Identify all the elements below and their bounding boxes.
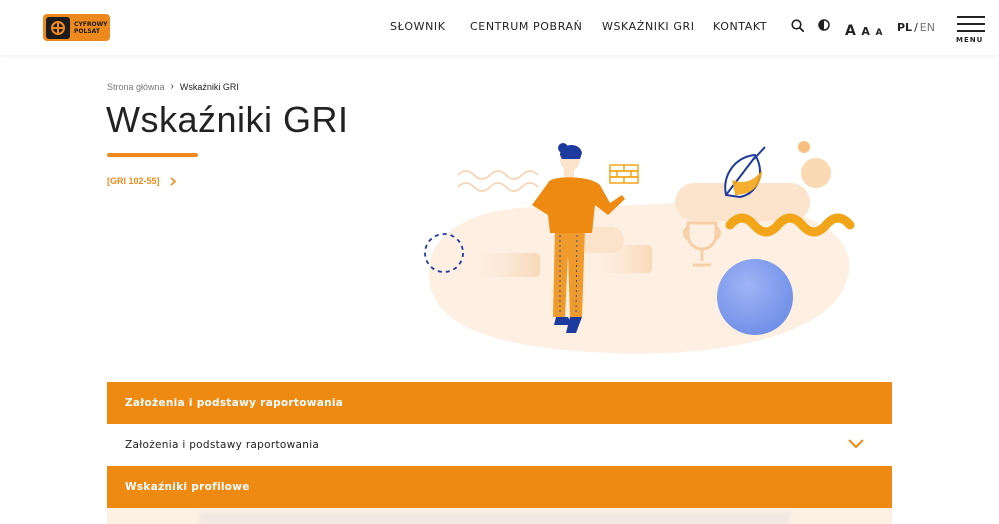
nav-centrum-pobran[interactable]: CENTRUM POBRAŃ [470,20,582,33]
contrast-icon[interactable] [818,19,830,31]
logo-text: CYFROWY POLSAT [74,20,108,35]
nav-slownik[interactable]: SŁOWNIK [390,20,446,33]
language-switcher: PL / EN [897,21,935,34]
font-size-small[interactable]: A [876,28,883,38]
lang-separator: / [914,21,918,34]
logo[interactable]: CYFROWY POLSAT [43,14,110,41]
accordion-content-preview [200,512,790,524]
accordion-header-wskazniki-profilowe[interactable]: Wskaźniki profilowe [107,466,892,508]
gri-reference-label: [GRI 102-55] [107,176,160,186]
accordion-label: Wskaźniki profilowe [125,481,250,493]
chevron-right-icon: › [170,81,174,92]
lang-pl[interactable]: PL [897,21,912,34]
gri-reference-link[interactable]: [GRI 102-55] [107,176,176,186]
font-size-medium[interactable]: A [861,25,870,38]
accordion-item-zalozenia[interactable]: Założenia i podstawy raportowania [107,424,892,466]
breadcrumb-current: Wskaźniki GRI [179,81,239,92]
hero-illustration [424,141,855,354]
nav-kontakt[interactable]: KONTAKT [713,20,767,33]
breadcrumb: Strona główna › Wskaźniki GRI [107,81,239,92]
search-icon[interactable] [791,19,804,32]
lang-en[interactable]: EN [920,21,935,34]
breadcrumb-home[interactable]: Strona główna [107,82,165,92]
accordion-label: Założenia i podstawy raportowania [125,397,344,409]
title-underline [107,153,198,157]
page-title: Wskaźniki GRI [106,99,349,140]
menu-label[interactable]: MENU [956,36,983,44]
nav-wskazniki-gri[interactable]: WSKAŹNIKI GRI [602,20,695,33]
accordion-label: Założenia i podstawy raportowania [125,439,320,451]
accordion-header-zalozenia[interactable]: Założenia i podstawy raportowania [107,382,892,424]
font-size-large[interactable]: A [845,23,856,39]
chevron-right-icon [170,176,176,186]
chevron-down-icon[interactable] [848,439,864,449]
font-size-switcher: A A A [845,20,882,39]
site-header: CYFROWY POLSAT SŁOWNIK CENTRUM POBRAŃ WS… [0,0,999,55]
logo-globe-icon [46,16,70,39]
